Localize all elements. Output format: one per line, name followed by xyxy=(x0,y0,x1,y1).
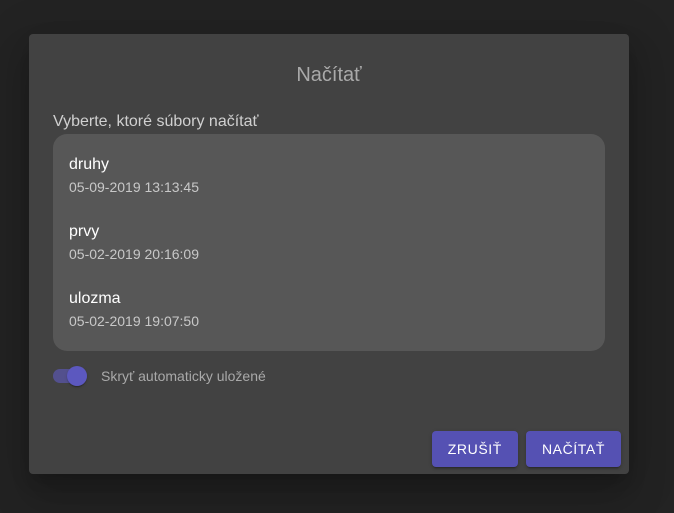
dialog-title: Načítať xyxy=(296,64,362,86)
toggle-thumb[interactable] xyxy=(67,366,87,386)
hide-autosaved-row: Skryť automaticky uložené xyxy=(53,364,266,388)
dialog-actions: ZRUŠIŤ NAČÍTAŤ xyxy=(431,431,621,467)
file-date: 05-09-2019 13:13:45 xyxy=(69,179,199,195)
file-list-item[interactable]: ulozma 05-02-2019 19:07:50 xyxy=(53,278,605,345)
cancel-button[interactable]: ZRUŠIŤ xyxy=(431,431,518,467)
hide-autosaved-label[interactable]: Skryť automaticky uložené xyxy=(101,368,266,384)
load-dialog: Načítať Vyberte, ktoré súbory načítať dr… xyxy=(29,34,629,474)
file-date: 05-02-2019 19:07:50 xyxy=(69,313,199,329)
file-list: druhy 05-09-2019 13:13:45 prvy 05-02-201… xyxy=(53,134,605,351)
file-name: prvy xyxy=(69,223,100,240)
file-name: ulozma xyxy=(69,290,121,307)
file-date: 05-02-2019 20:16:09 xyxy=(69,246,199,262)
file-list-item[interactable]: prvy 05-02-2019 20:16:09 xyxy=(53,211,605,278)
load-button[interactable]: NAČÍTAŤ xyxy=(525,431,621,467)
file-name: druhy xyxy=(69,156,110,173)
hide-autosaved-toggle[interactable] xyxy=(53,366,87,386)
file-list-item[interactable]: druhy 05-09-2019 13:13:45 xyxy=(53,144,605,211)
dialog-subtitle: Vyberte, ktoré súbory načítať xyxy=(53,113,259,130)
